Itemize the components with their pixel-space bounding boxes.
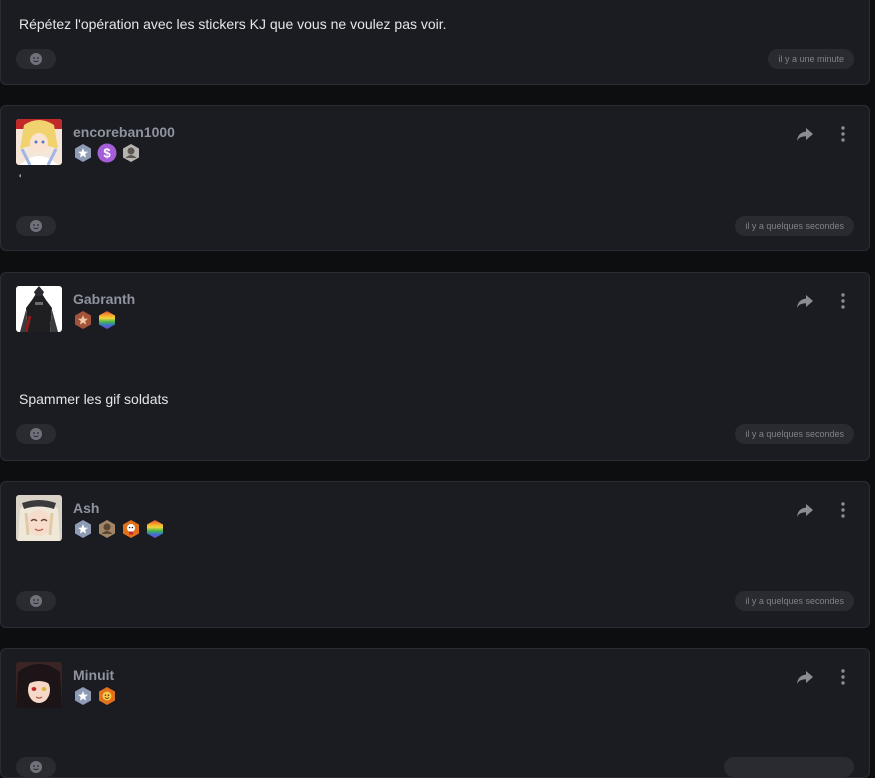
post-text: '	[19, 172, 22, 186]
share-icon[interactable]	[795, 500, 815, 520]
share-icon[interactable]	[795, 291, 815, 311]
timestamp	[724, 757, 854, 777]
anime-girl-avatar-icon	[16, 495, 62, 541]
badge-list: $	[73, 143, 141, 163]
reaction-button[interactable]	[16, 216, 56, 236]
share-icon[interactable]	[795, 124, 815, 144]
more-options-icon[interactable]	[833, 500, 853, 520]
reaction-button[interactable]	[16, 757, 56, 777]
smiley-icon	[29, 594, 43, 608]
post-card: Ash il y a quelques secondes	[0, 481, 870, 628]
post-card: Gabranth Spammer les gif soldats il y a …	[0, 272, 870, 461]
username[interactable]: Gabranth	[73, 291, 135, 307]
avatar[interactable]	[16, 286, 62, 332]
star-badge-icon[interactable]	[73, 519, 93, 539]
dollar-badge-icon[interactable]: $	[97, 143, 117, 163]
badge-list	[73, 686, 117, 706]
smiley-badge-icon[interactable]	[97, 686, 117, 706]
share-icon[interactable]	[795, 667, 815, 687]
star-badge-icon[interactable]	[73, 686, 93, 706]
smiley-icon	[29, 427, 43, 441]
post-actions	[795, 500, 853, 520]
badge-list	[73, 519, 165, 539]
smiley-icon	[29, 760, 43, 774]
anime-avatar-icon	[16, 119, 62, 165]
smiley-icon	[29, 52, 43, 66]
post-actions	[795, 291, 853, 311]
username[interactable]: Ash	[73, 500, 99, 516]
post-card: encoreban1000 $ ' il y a quelques second…	[0, 105, 870, 251]
username[interactable]: Minuit	[73, 667, 114, 683]
svg-text:$: $	[103, 146, 111, 161]
post-card: Répétez l'opération avec les stickers KJ…	[0, 0, 870, 85]
star-badge-icon[interactable]	[73, 143, 93, 163]
mascot-badge-icon[interactable]	[121, 519, 141, 539]
avatar[interactable]	[16, 662, 62, 708]
portrait-badge-icon[interactable]	[121, 143, 141, 163]
badge-list	[73, 310, 117, 330]
post-actions	[795, 124, 853, 144]
post-actions	[795, 667, 853, 687]
post-text: Répétez l'opération avec les stickers KJ…	[19, 16, 447, 32]
post-text: Spammer les gif soldats	[19, 391, 169, 407]
post-card: Minuit	[0, 648, 870, 778]
timestamp: il y a une minute	[768, 49, 854, 69]
timestamp: il y a quelques secondes	[735, 216, 854, 236]
timestamp: il y a quelques secondes	[735, 591, 854, 611]
reaction-button[interactable]	[16, 424, 56, 444]
armored-knight-avatar-icon	[16, 286, 62, 332]
avatar[interactable]	[16, 495, 62, 541]
more-options-icon[interactable]	[833, 124, 853, 144]
reaction-button[interactable]	[16, 49, 56, 69]
rainbow-badge-icon[interactable]	[145, 519, 165, 539]
rainbow-badge-icon[interactable]	[97, 310, 117, 330]
smiley-icon	[29, 219, 43, 233]
reaction-button[interactable]	[16, 591, 56, 611]
username[interactable]: encoreban1000	[73, 124, 175, 140]
more-options-icon[interactable]	[833, 667, 853, 687]
avatar[interactable]	[16, 119, 62, 165]
portrait-badge-icon[interactable]	[97, 519, 117, 539]
more-options-icon[interactable]	[833, 291, 853, 311]
timestamp: il y a quelques secondes	[735, 424, 854, 444]
bronze-star-badge-icon[interactable]	[73, 310, 93, 330]
anime-girl-avatar-icon	[16, 662, 62, 708]
